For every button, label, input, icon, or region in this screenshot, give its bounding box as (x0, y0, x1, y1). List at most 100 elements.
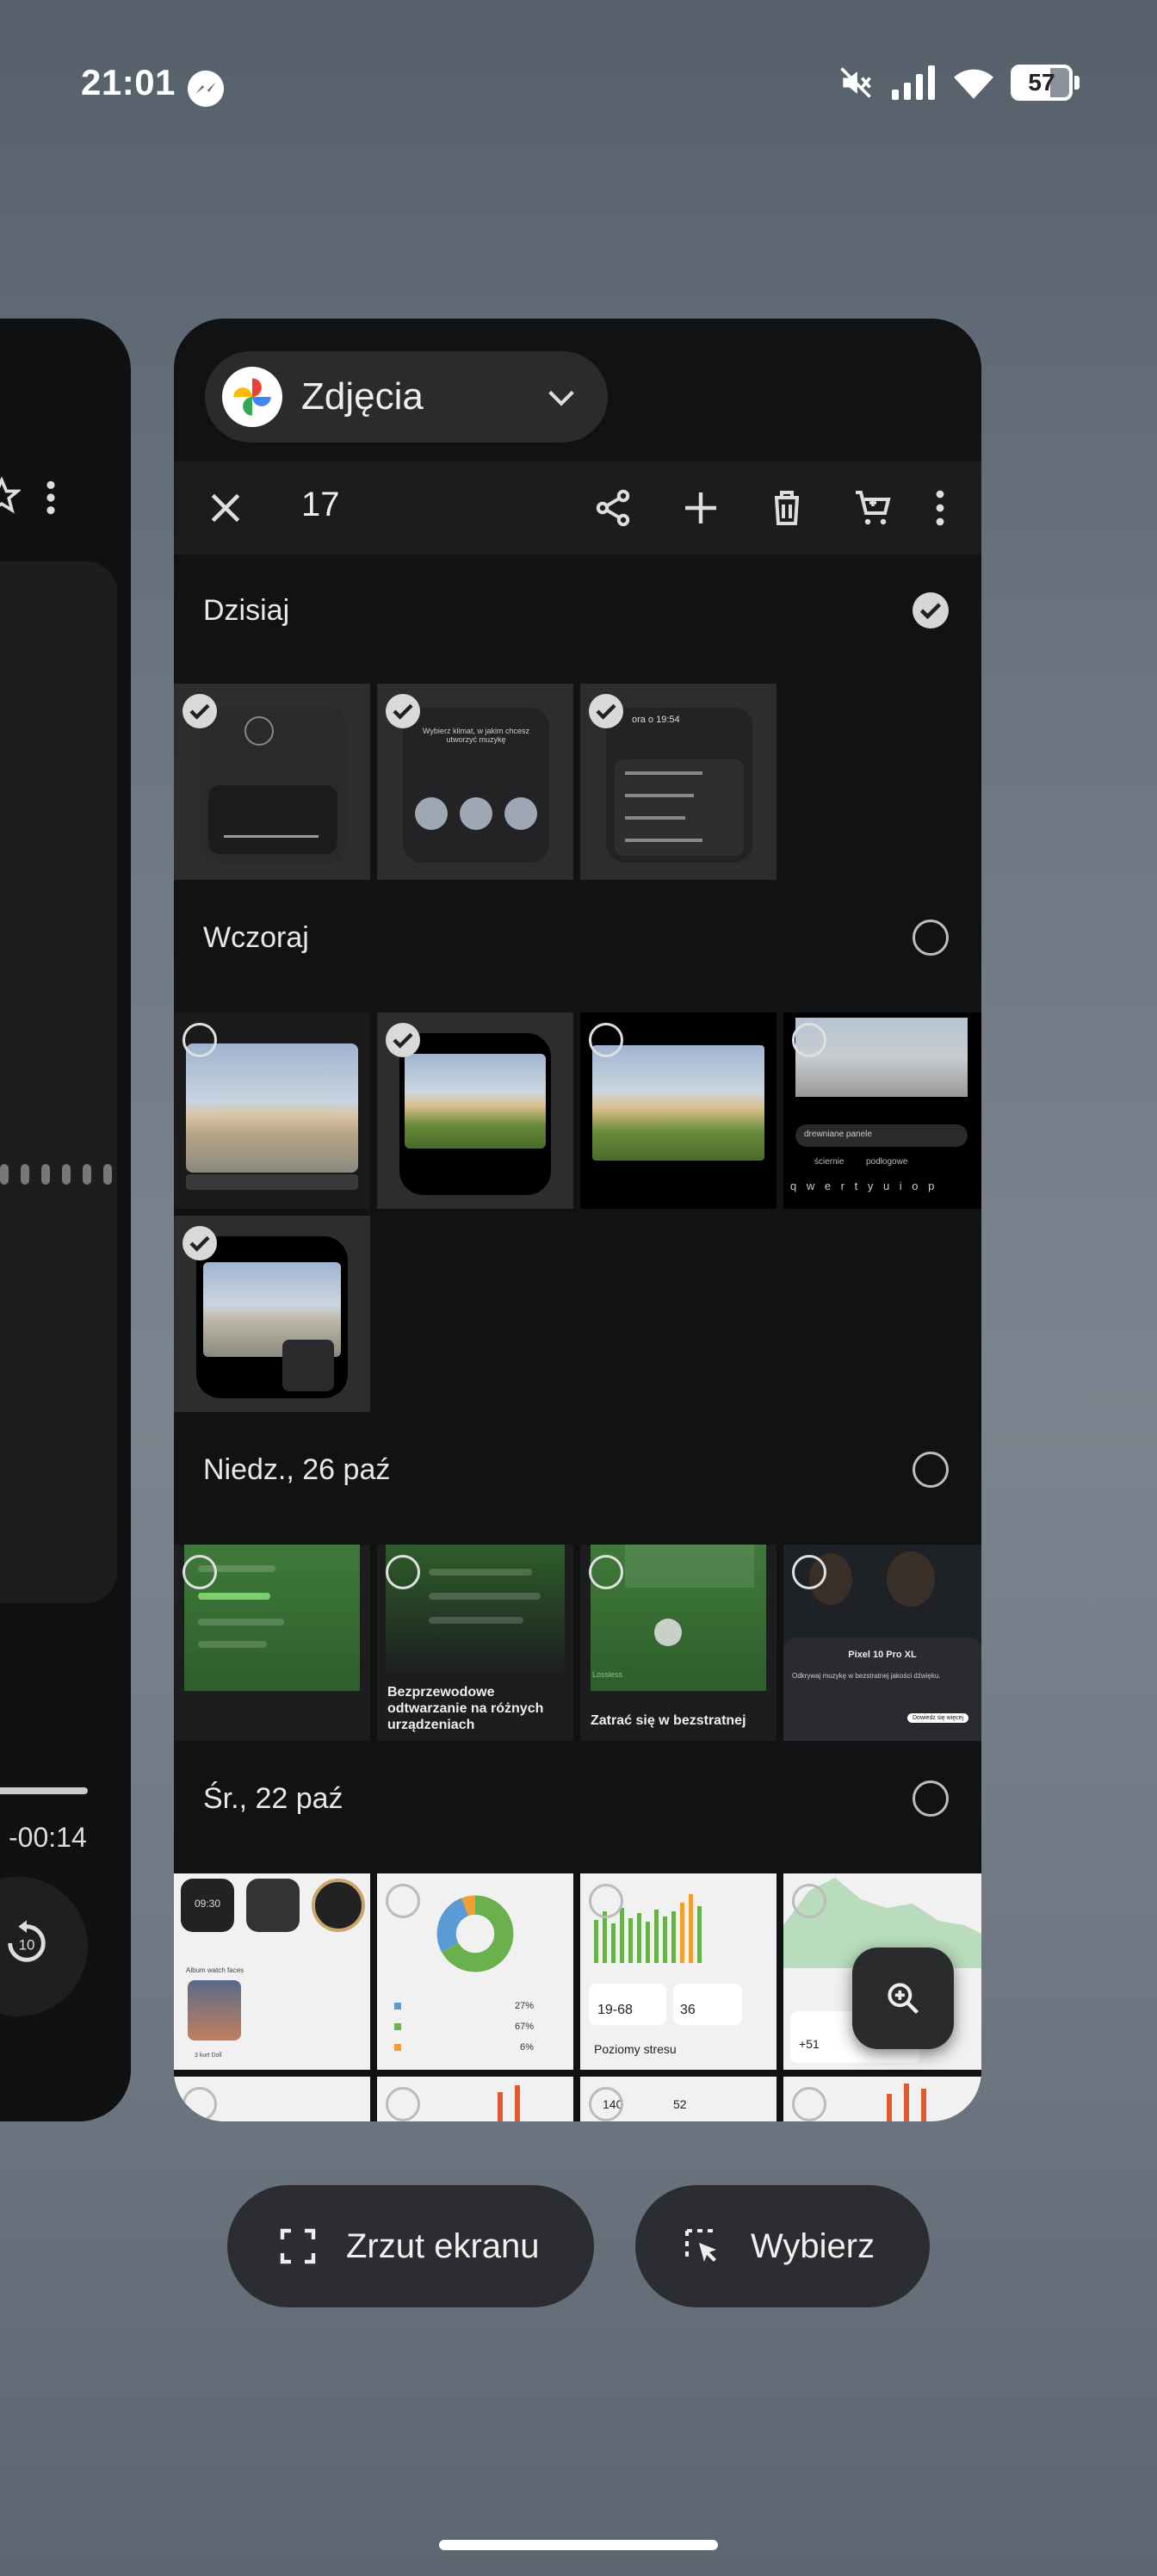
more-vert-icon[interactable] (45, 479, 57, 517)
photo-thumbnail[interactable] (174, 1545, 370, 1741)
section-select-all[interactable] (913, 592, 949, 629)
photo-thumbnail[interactable]: 27% 67% 6% (377, 1873, 573, 2070)
signal-icon (892, 65, 935, 100)
selection-check[interactable] (183, 1023, 217, 1057)
thumb-text: 36 (680, 2003, 696, 2017)
selection-check[interactable] (183, 2087, 217, 2121)
thumb-text: ora o 19:54 (632, 715, 680, 725)
thumb-text: 27% (515, 2001, 535, 2011)
selection-check[interactable] (183, 1555, 217, 1589)
screenshot-button[interactable]: Zrzut ekranu (227, 2185, 594, 2307)
thumb-text: Zatrać się w bezstratnej (591, 1713, 746, 1728)
screenshot-label: Zrzut ekranu (346, 2226, 540, 2265)
photo-thumbnail[interactable] (783, 2077, 981, 2121)
thumb-text: 6% (520, 2042, 534, 2053)
photo-thumbnail[interactable] (377, 2077, 573, 2121)
photo-thumbnail[interactable]: drewniane panele ściernie podłogowe q w … (783, 1012, 981, 1209)
thumb-text: Pixel 10 Pro XL (848, 1650, 917, 1660)
recent-app-card-left[interactable]: -00:14 10 (0, 319, 131, 2121)
thumb-text: Poziomy stresu (594, 2042, 677, 2056)
status-icons: 57 (837, 64, 1080, 102)
photo-thumbnail[interactable]: ora o 19:54 (580, 684, 776, 880)
selection-check[interactable] (183, 694, 217, 728)
photo-thumbnail[interactable]: Lossless Zatrać się w bezstratnej (580, 1545, 776, 1741)
selection-check[interactable] (589, 1555, 623, 1589)
thumb-text: Odkrywaj muzykę w bezstratnej jakości dź… (792, 1672, 941, 1680)
photo-thumbnail[interactable] (377, 1012, 573, 1209)
status-time: 21:01 (81, 62, 176, 102)
thumb-text: drewniane panele (795, 1124, 968, 1147)
recent-app-card-photos[interactable]: Zdjęcia 17 Dzisiaj Wybierz klimat, w jak… (174, 319, 981, 2121)
photo-thumbnail[interactable] (174, 1216, 370, 1412)
selection-toolbar: 17 (174, 461, 981, 554)
photo-thumbnail[interactable] (174, 2077, 370, 2121)
thumb-text: Album watch faces (186, 1966, 244, 1974)
photo-thumbnail[interactable] (174, 684, 370, 880)
selection-check[interactable] (386, 2087, 420, 2121)
thumb-text: +51 (799, 2037, 820, 2051)
photo-thumbnail[interactable]: Wybierz klimat, w jakim chcesz utworzyć … (377, 684, 573, 880)
selection-check[interactable] (386, 694, 420, 728)
delete-icon[interactable] (766, 487, 807, 529)
zoom-button[interactable] (852, 1947, 954, 2049)
replay-10-icon: 10 (8, 1920, 46, 1962)
left-content-panel (0, 561, 117, 1603)
share-icon[interactable] (592, 487, 634, 529)
google-photos-logo (222, 367, 282, 427)
home-indicator[interactable] (439, 2540, 718, 2550)
screenshot-icon (280, 2228, 316, 2264)
add-icon[interactable] (680, 487, 721, 529)
thumb-text: 3 kurt Doll (195, 2053, 222, 2059)
section-select-all[interactable] (913, 1780, 949, 1817)
app-chip[interactable]: Zdjęcia (205, 351, 608, 443)
close-icon[interactable] (207, 489, 244, 527)
thumb-text: Lossless (592, 1670, 623, 1679)
status-bar: 21:01 57 (0, 0, 1157, 172)
app-name: Zdjęcia (301, 375, 424, 418)
selection-check[interactable] (792, 1555, 826, 1589)
more-vert-icon[interactable] (931, 487, 949, 529)
thumb-text: 19-68 (597, 2003, 633, 2017)
thumb-text: podłogowe (866, 1157, 908, 1167)
photo-thumbnail[interactable]: Bezprzewodowe odtwarzanie na różnych urz… (377, 1545, 573, 1741)
chevron-down-icon[interactable] (544, 381, 578, 415)
selection-check[interactable] (589, 694, 623, 728)
star-icon[interactable] (0, 477, 21, 515)
donut-chart (436, 1895, 514, 1972)
selection-check[interactable] (792, 2087, 826, 2121)
selection-check[interactable] (589, 1023, 623, 1057)
photo-thumbnail[interactable] (174, 1012, 370, 1209)
section-select-all[interactable] (913, 920, 949, 956)
selection-check[interactable] (386, 1884, 420, 1918)
battery-level: 57 (1028, 69, 1055, 96)
selection-check[interactable] (386, 1023, 420, 1057)
selection-check[interactable] (183, 1226, 217, 1260)
selection-check[interactable] (386, 1555, 420, 1589)
selection-check[interactable] (589, 1884, 623, 1918)
thumb-text: Dowiedz się więcej (907, 1713, 969, 1723)
check-icon (919, 603, 942, 620)
thumb-text: q w e r t y u i o p (790, 1180, 938, 1192)
section-title: Dzisiaj (203, 594, 290, 627)
thumb-text: Wybierz klimat, w jakim chcesz utworzyć … (423, 727, 529, 744)
wifi-icon (954, 69, 993, 99)
thumb-text: 67% (515, 2022, 535, 2032)
waveform (0, 1164, 112, 1185)
progress-bar[interactable] (0, 1787, 88, 1794)
photo-thumbnail[interactable]: 140 52 (580, 2077, 776, 2121)
selected-count: 17 (301, 486, 340, 523)
photo-thumbnail[interactable]: 09:30 Album watch faces 3 kurt Doll (174, 1873, 370, 2070)
photo-thumbnail[interactable]: Pixel 10 Pro XL Odkrywaj muzykę w bezstr… (783, 1545, 981, 1741)
photo-thumbnail[interactable]: 19-68 36 Poziomy stresu (580, 1873, 776, 2070)
section-title: Śr., 22 paź (203, 1782, 343, 1815)
selection-check[interactable] (589, 2087, 623, 2121)
svg-text:10: 10 (19, 1936, 35, 1953)
mute-icon (840, 67, 871, 98)
cart-icon[interactable] (852, 487, 894, 529)
selection-check[interactable] (792, 1023, 826, 1057)
select-button[interactable]: Wybierz (635, 2185, 930, 2307)
section-title: Wczoraj (203, 921, 309, 954)
selection-check[interactable] (792, 1884, 826, 1918)
section-select-all[interactable] (913, 1452, 949, 1488)
photo-thumbnail[interactable] (580, 1012, 776, 1209)
